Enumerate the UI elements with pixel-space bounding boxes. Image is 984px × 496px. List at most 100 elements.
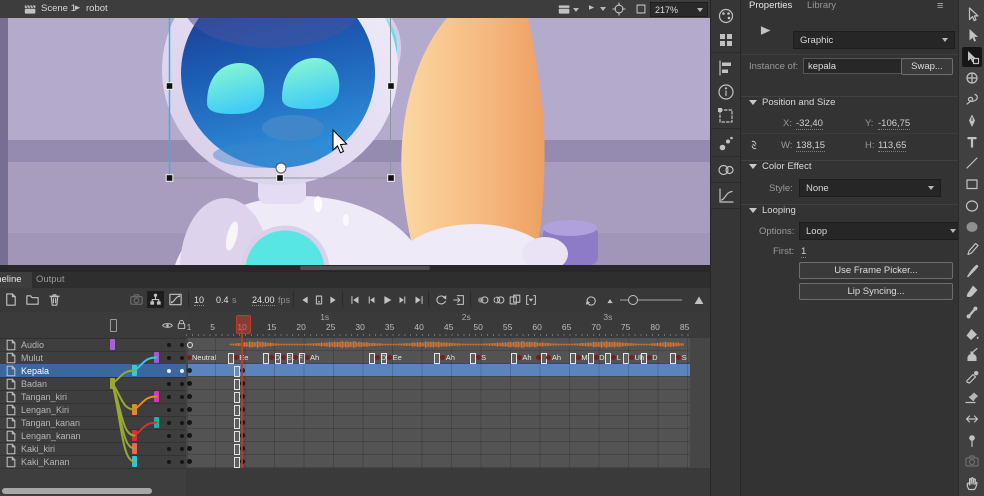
frames-row-Kaki_kiri[interactable] <box>186 442 710 456</box>
hand-tool[interactable] <box>962 473 982 493</box>
classic-brush-tool[interactable] <box>962 281 982 301</box>
edit-multiple-frames-button[interactable] <box>506 291 523 308</box>
step-forward-button[interactable] <box>394 291 411 308</box>
gradient-transform-tool[interactable] <box>962 68 982 88</box>
swap-button[interactable]: Swap... <box>901 58 953 75</box>
layer-color-swatch[interactable] <box>132 365 137 376</box>
polystar-tool[interactable] <box>962 217 982 237</box>
y-value[interactable]: -106,75 <box>878 118 910 130</box>
layer-row-Lengan_kanan[interactable]: Lengan_kanan <box>0 429 186 443</box>
stage-zoom-select[interactable]: 217% <box>650 2 708 17</box>
layer-color-swatch[interactable] <box>110 378 115 389</box>
breadcrumb-scene[interactable]: Scene 1 <box>41 3 76 14</box>
timeline-zoom-reset-button[interactable] <box>582 291 599 308</box>
go-to-first-frame-button[interactable] <box>346 291 363 308</box>
layer-color-swatch[interactable] <box>132 443 137 454</box>
paint-brush-tool[interactable] <box>962 260 982 280</box>
layer-lock-toggle[interactable] <box>180 460 184 464</box>
new-folder-button[interactable] <box>24 291 41 308</box>
eraser-tool[interactable] <box>962 387 982 407</box>
layer-lock-toggle[interactable] <box>180 408 184 412</box>
section-looping[interactable]: Looping <box>741 204 959 219</box>
current-frame-value[interactable]: 10 <box>194 295 204 306</box>
section-position-and-size[interactable]: Position and Size <box>741 96 959 111</box>
frames-row-Tangan_kanan[interactable] <box>186 416 710 430</box>
layers-horizontal-scrollbar[interactable] <box>2 488 152 494</box>
layer-visibility-toggle[interactable] <box>167 395 171 399</box>
onion-skin-outlines-button[interactable] <box>490 291 507 308</box>
layer-row-Kaki_kiri[interactable]: Kaki_kiri <box>0 442 186 456</box>
timeline-ruler[interactable]: 15101520253035404550556065707580851s2s3s <box>186 312 710 339</box>
loop-range-forward-button[interactable] <box>324 291 341 308</box>
transformation-point[interactable] <box>276 163 286 173</box>
layer-visibility-toggle[interactable] <box>167 408 171 412</box>
first-frame-value[interactable]: 1 <box>801 246 806 258</box>
tab-properties[interactable]: Properties <box>749 0 792 11</box>
layer-lock-toggle[interactable] <box>180 447 184 451</box>
frames-row-Mulut[interactable]: NeutralEeDEeFAhDEeAhSAhAhMDLUhDS <box>186 351 710 365</box>
layer-visibility-toggle[interactable] <box>167 382 171 386</box>
step-back-button[interactable] <box>362 291 379 308</box>
timeline-zoom-out-button[interactable] <box>601 291 618 308</box>
layer-row-Kepala[interactable]: Kepala <box>0 364 186 378</box>
layer-visibility-toggle[interactable] <box>167 460 171 464</box>
modify-markers-button[interactable] <box>522 291 539 308</box>
new-layer-button[interactable] <box>2 291 19 308</box>
motion-graph-panel-icon[interactable] <box>716 186 736 206</box>
layer-lock-toggle[interactable] <box>180 356 184 360</box>
layer-color-swatch[interactable] <box>110 339 115 350</box>
frames-row-Tangan_kiri[interactable] <box>186 390 710 404</box>
layer-row-Tangan_kiri[interactable]: Tangan_kiri <box>0 390 186 404</box>
layer-color-swatch[interactable] <box>154 391 159 402</box>
layer-lock-toggle[interactable] <box>180 369 184 373</box>
frame-rate-value[interactable]: 24.00 <box>252 295 275 306</box>
selection-tool[interactable] <box>962 4 982 24</box>
snap-panel-icon[interactable] <box>716 134 736 154</box>
edit-scene-button[interactable] <box>558 3 579 16</box>
delete-layer-button[interactable] <box>46 291 63 308</box>
color-style-select[interactable]: None <box>799 179 941 197</box>
frames-row-Audio[interactable] <box>186 338 710 352</box>
oval-tool[interactable] <box>962 196 982 216</box>
layer-row-Badan[interactable]: Badan <box>0 377 186 391</box>
rectangle-tool[interactable] <box>962 174 982 194</box>
line-tool[interactable] <box>962 153 982 173</box>
use-frame-picker-button[interactable]: Use Frame Picker... <box>799 262 953 279</box>
layer-lock-toggle[interactable] <box>180 434 184 438</box>
layer-visibility-toggle[interactable] <box>167 447 171 451</box>
eyedropper-tool[interactable] <box>962 366 982 386</box>
pencil-tool[interactable] <box>962 238 982 258</box>
layer-row-Tangan_kanan[interactable]: Tangan_kanan <box>0 416 186 430</box>
frames-row-Kaki_Kanan[interactable] <box>186 455 710 469</box>
free-transform-tool[interactable] <box>962 47 982 67</box>
lip-syncing-button[interactable]: Lip Syncing... <box>799 283 953 300</box>
creative-cloud-icon[interactable] <box>716 160 736 180</box>
play-button[interactable] <box>378 291 395 308</box>
graph-editor-toggle[interactable] <box>167 291 184 308</box>
transform-panel-icon[interactable] <box>716 106 736 126</box>
asset-warp-tool[interactable] <box>962 430 982 450</box>
breadcrumb-symbol[interactable]: robot <box>86 3 108 14</box>
paint-bucket-tool[interactable] <box>962 324 982 344</box>
align-panel-icon[interactable] <box>716 58 736 78</box>
lasso-tool[interactable] <box>962 89 982 109</box>
ink-bottle-tool[interactable] <box>962 345 982 365</box>
stage-canvas[interactable] <box>0 18 710 265</box>
loop-playback-button[interactable] <box>432 291 449 308</box>
layer-color-swatch[interactable] <box>132 456 137 467</box>
section-color-effect[interactable]: Color Effect <box>741 160 959 175</box>
layer-color-swatch[interactable] <box>132 430 137 441</box>
pen-tool[interactable] <box>962 111 982 131</box>
layer-row-Audio[interactable]: Audio <box>0 338 186 352</box>
onion-skin-button[interactable] <box>474 291 491 308</box>
layer-color-swatch[interactable] <box>132 404 137 415</box>
info-panel-icon[interactable] <box>716 82 736 102</box>
layer-color-swatch[interactable] <box>154 352 159 363</box>
clip-content-button[interactable] <box>634 2 648 16</box>
timeline-zoom-in-button[interactable] <box>690 291 707 308</box>
go-to-last-frame-button[interactable] <box>410 291 427 308</box>
symbol-type-select[interactable]: Graphic <box>793 31 955 49</box>
layer-visibility-toggle[interactable] <box>167 434 171 438</box>
panel-menu-icon[interactable]: ≡ <box>937 0 943 12</box>
frames-row-Lengan_kanan[interactable] <box>186 429 710 443</box>
